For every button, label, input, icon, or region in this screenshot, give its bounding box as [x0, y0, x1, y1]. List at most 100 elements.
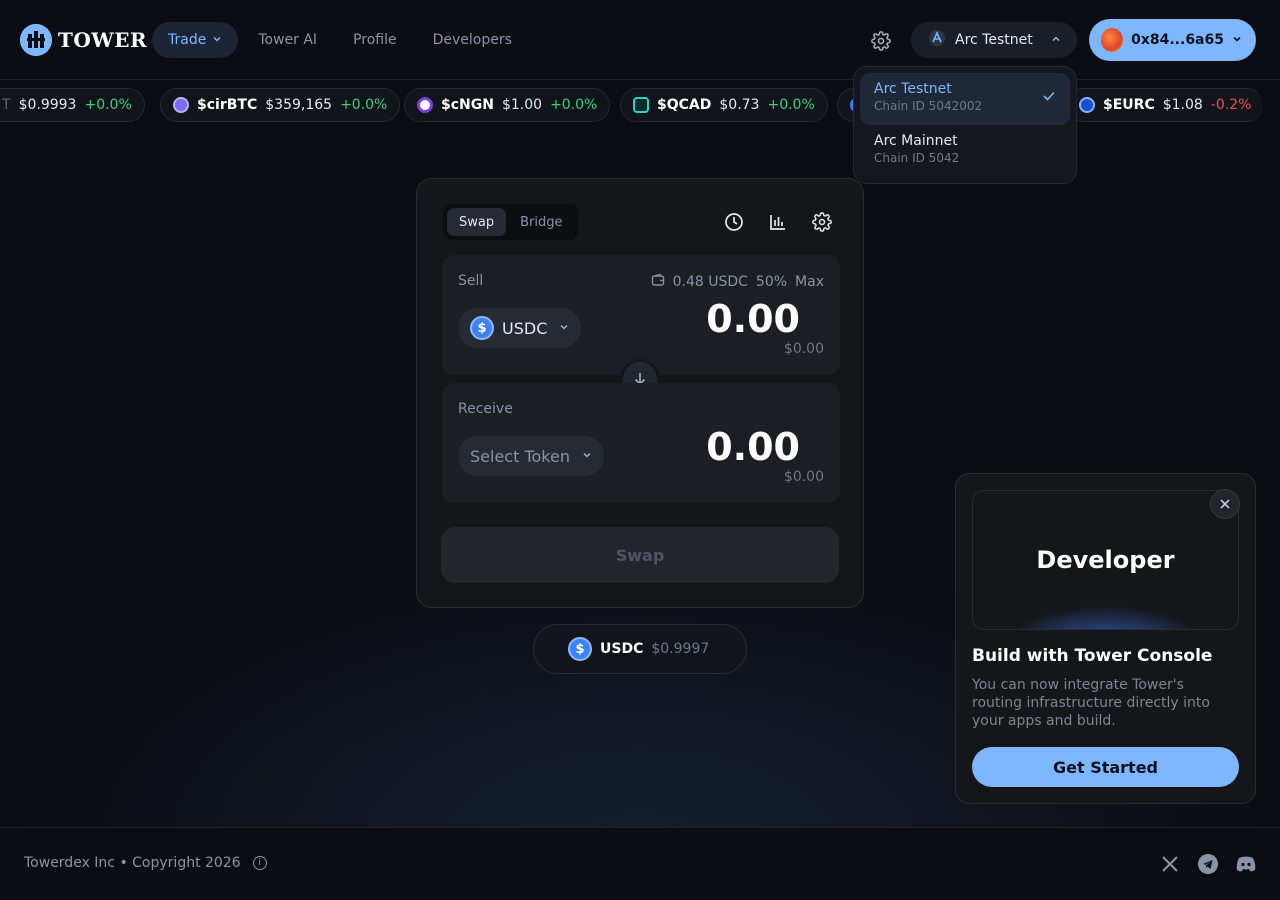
sell-panel: Sell 0.48 USDC 50% Max $ USDC 0.00 $0.00	[442, 255, 840, 375]
swap-tabs: Swap Bridge	[443, 204, 579, 240]
receive-panel: Receive Select Token 0.00 $0.00	[442, 383, 840, 503]
chevron-down-icon	[582, 450, 592, 463]
chevron-down-icon	[212, 34, 222, 47]
receive-label: Receive	[458, 401, 513, 417]
sell-label: Sell	[458, 273, 484, 289]
ticker-symbol: $EURC	[1103, 97, 1155, 113]
copyright-text: Towerdex Inc • Copyright 2026	[24, 855, 241, 871]
sell-amount-input[interactable]: 0.00	[706, 297, 800, 341]
wallet-address: 0x84...6a65	[1131, 32, 1224, 48]
ticker-item[interactable]: T $0.9993 +0.0%	[0, 88, 145, 122]
footer-copyright: Towerdex Inc • Copyright 2026 i	[24, 855, 267, 871]
close-icon[interactable]	[1210, 489, 1240, 519]
ticker-item[interactable]: $cirBTC $359,165 +0.0%	[160, 88, 401, 122]
token-price-pill[interactable]: $ USDC $0.9997	[533, 624, 747, 674]
check-icon	[1042, 89, 1056, 107]
ticker-price: $0.73	[719, 97, 760, 113]
network-option-chain-id: Chain ID 5042002	[874, 99, 983, 113]
chevron-up-icon	[1051, 34, 1061, 47]
qcad-token-icon	[633, 97, 649, 113]
social-links	[1160, 854, 1256, 874]
ticker-price: $0.9993	[18, 97, 77, 113]
usdc-token-icon: $	[568, 637, 592, 661]
receive-usd-value: $0.00	[783, 469, 824, 485]
promo-description: You can now integrate Tower's routing in…	[972, 677, 1210, 729]
chart-bars-icon[interactable]	[767, 211, 789, 233]
network-option-arc-testnet[interactable]: Arc Testnet Chain ID 5042002	[860, 73, 1070, 125]
ticker-symbol: T	[2, 97, 11, 113]
x-twitter-icon[interactable]	[1160, 854, 1180, 874]
settings-gear-icon[interactable]	[811, 211, 833, 233]
swap-card-actions	[723, 211, 833, 233]
telegram-icon[interactable]	[1198, 854, 1218, 874]
arc-network-icon	[929, 30, 945, 50]
brand-name: TOWER	[58, 28, 148, 52]
sell-token-symbol: USDC	[502, 318, 548, 338]
tower-logo-icon	[20, 24, 52, 56]
swap-submit-button[interactable]: Swap	[441, 527, 839, 583]
promo-title: Build with Tower Console	[972, 646, 1213, 666]
wallet-avatar	[1101, 28, 1124, 52]
ticker-item[interactable]: $EURC $1.08 -0.2%	[1066, 88, 1264, 122]
chevron-down-icon	[559, 322, 569, 335]
nav-trade-label: Trade	[168, 32, 207, 48]
price-pill-token: USDC	[600, 641, 644, 657]
usdc-token-icon: $	[470, 316, 494, 340]
ticker-symbol: $QCAD	[657, 97, 712, 113]
nav-developers[interactable]: Developers	[417, 22, 528, 58]
sell-balance: 0.48 USDC 50% Max	[651, 273, 824, 291]
network-selector-button[interactable]: Arc Testnet	[911, 22, 1077, 58]
network-option-arc-mainnet[interactable]: Arc Mainnet Chain ID 5042	[860, 125, 1070, 177]
settings-gear-icon[interactable]	[866, 26, 896, 56]
ticker-item[interactable]: $QCAD $0.73 +0.0%	[620, 88, 828, 122]
cngn-token-icon	[417, 97, 433, 113]
nav-tower-ai[interactable]: Tower AI	[242, 22, 333, 58]
get-started-button[interactable]: Get Started	[972, 747, 1239, 787]
tab-swap[interactable]: Swap	[447, 208, 507, 236]
ticker-price: $1.08	[1162, 97, 1203, 113]
price-pill-value: $0.9997	[651, 641, 710, 657]
promo-hero: Developer	[972, 490, 1239, 630]
sell-token-selector[interactable]: $ USDC	[458, 308, 582, 348]
ticker-price: $1.00	[501, 97, 543, 113]
promo-hero-text: Developer	[1036, 546, 1175, 574]
discord-icon[interactable]	[1236, 854, 1256, 874]
max-balance-button[interactable]: Max	[795, 274, 824, 290]
wallet-icon	[651, 273, 665, 291]
nav-profile[interactable]: Profile	[337, 22, 413, 58]
network-option-title: Arc Testnet	[874, 81, 952, 97]
chevron-down-icon	[1232, 34, 1242, 47]
cirbtc-token-icon	[173, 97, 189, 113]
price-ticker: T $0.9993 +0.0% $cirBTC $359,165 +0.0% $…	[0, 88, 1280, 122]
ticker-change: +0.0%	[767, 97, 815, 113]
half-balance-button[interactable]: 50%	[756, 274, 787, 290]
brand-logo[interactable]: TOWER	[20, 24, 147, 56]
ticker-change: +0.0%	[340, 97, 388, 113]
wallet-button[interactable]: 0x84...6a65	[1089, 19, 1256, 61]
footer: Towerdex Inc • Copyright 2026 i	[0, 827, 1280, 900]
ticker-price: $359,165	[265, 97, 333, 113]
swap-card: Swap Bridge Sell 0.48 USDC 50% Max $ USD…	[416, 178, 864, 608]
sell-usd-value: $0.00	[783, 341, 824, 357]
receive-token-selector[interactable]: Select Token	[458, 436, 604, 476]
nav-trade[interactable]: Trade	[152, 22, 239, 58]
network-option-title: Arc Mainnet	[874, 133, 958, 149]
ticker-change: +0.0%	[84, 97, 132, 113]
balance-value: 0.48 USDC	[672, 274, 748, 290]
info-icon[interactable]: i	[252, 856, 267, 870]
select-token-label: Select Token	[470, 446, 570, 466]
eurc-token-icon	[1079, 97, 1095, 113]
history-clock-icon[interactable]	[723, 211, 745, 233]
top-header: TOWER Trade Tower AI Profile Developers …	[0, 0, 1280, 80]
network-label: Arc Testnet	[955, 32, 1033, 48]
ticker-change: -0.2%	[1210, 97, 1252, 113]
ticker-symbol: $cNGN	[441, 97, 494, 113]
ticker-change: +0.0%	[550, 97, 598, 113]
network-option-chain-id: Chain ID 5042	[874, 151, 960, 165]
receive-amount[interactable]: 0.00	[706, 425, 800, 469]
tab-bridge[interactable]: Bridge	[508, 208, 574, 236]
ticker-item[interactable]: $cNGN $1.00 +0.0%	[404, 88, 611, 122]
developer-promo-card: Developer Build with Tower Console You c…	[955, 473, 1256, 804]
network-dropdown: Arc Testnet Chain ID 5042002 Arc Mainnet…	[853, 66, 1077, 184]
ticker-symbol: $cirBTC	[197, 97, 258, 113]
